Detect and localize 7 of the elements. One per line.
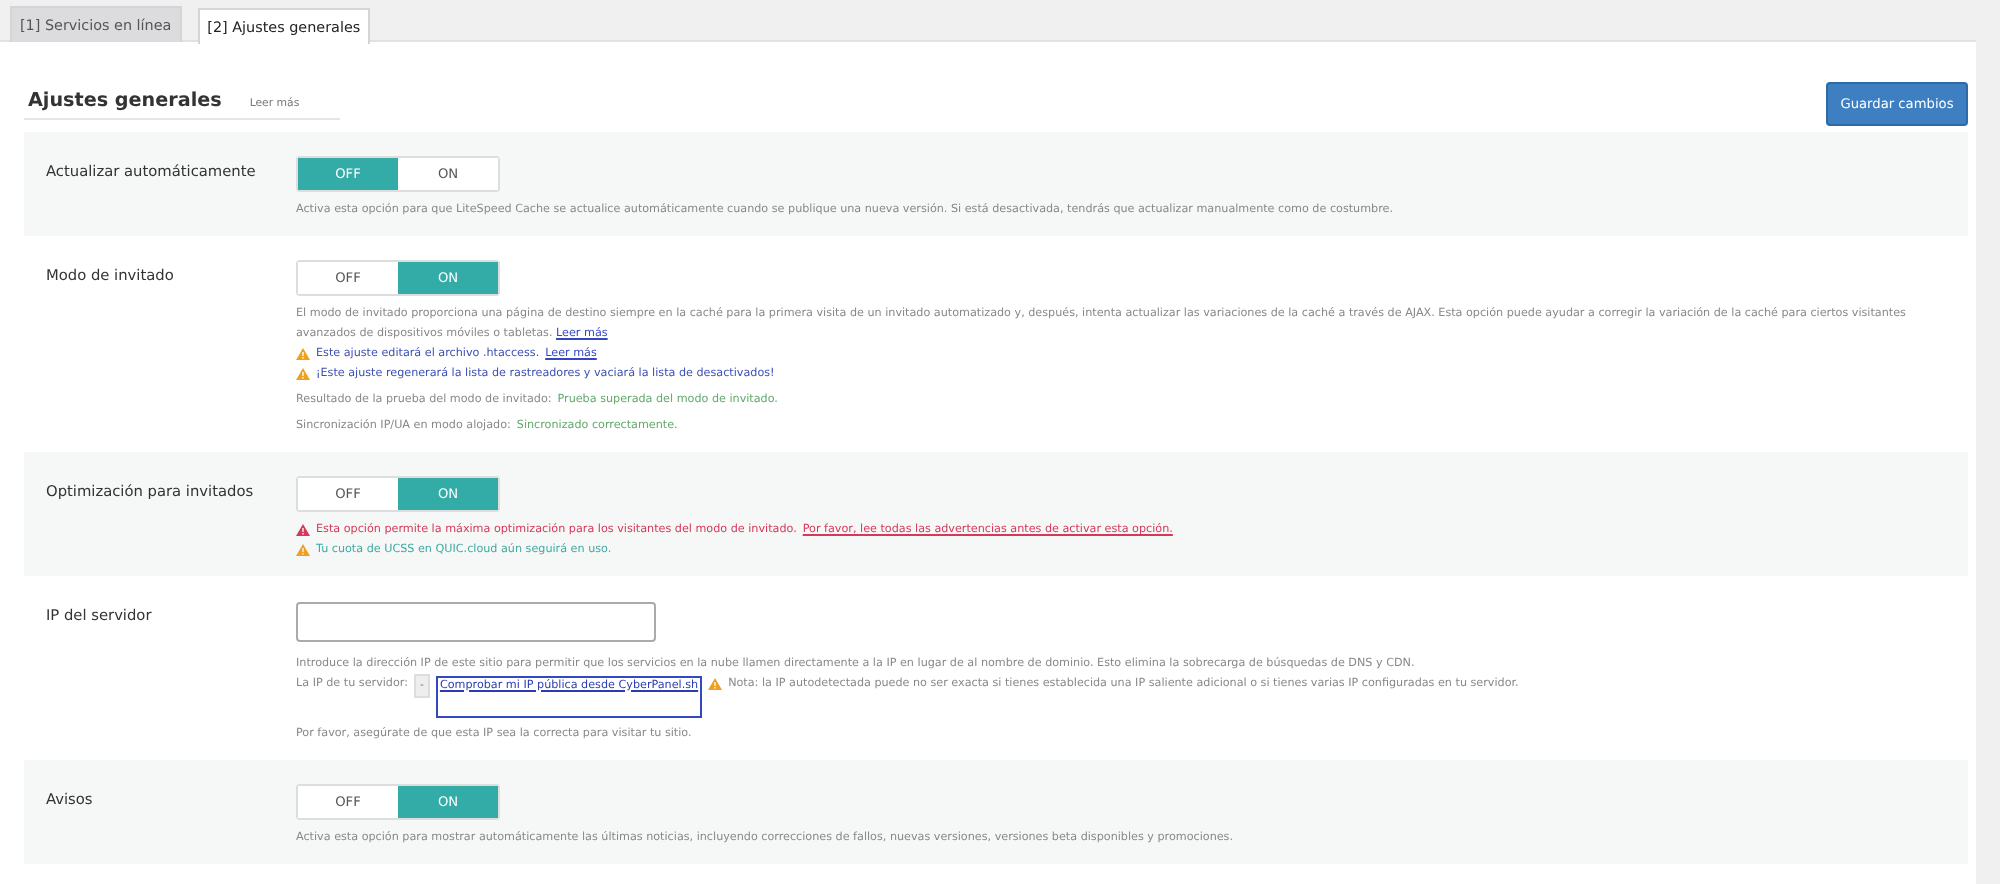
section-title: Ajustes generales <box>28 89 222 111</box>
input-field[interactable] <box>296 601 656 641</box>
warning-icon <box>296 524 310 536</box>
warning-icon <box>296 348 310 360</box>
warning-icon <box>296 368 310 380</box>
warning-icon <box>296 544 310 556</box>
warning-icon <box>708 677 723 689</box>
